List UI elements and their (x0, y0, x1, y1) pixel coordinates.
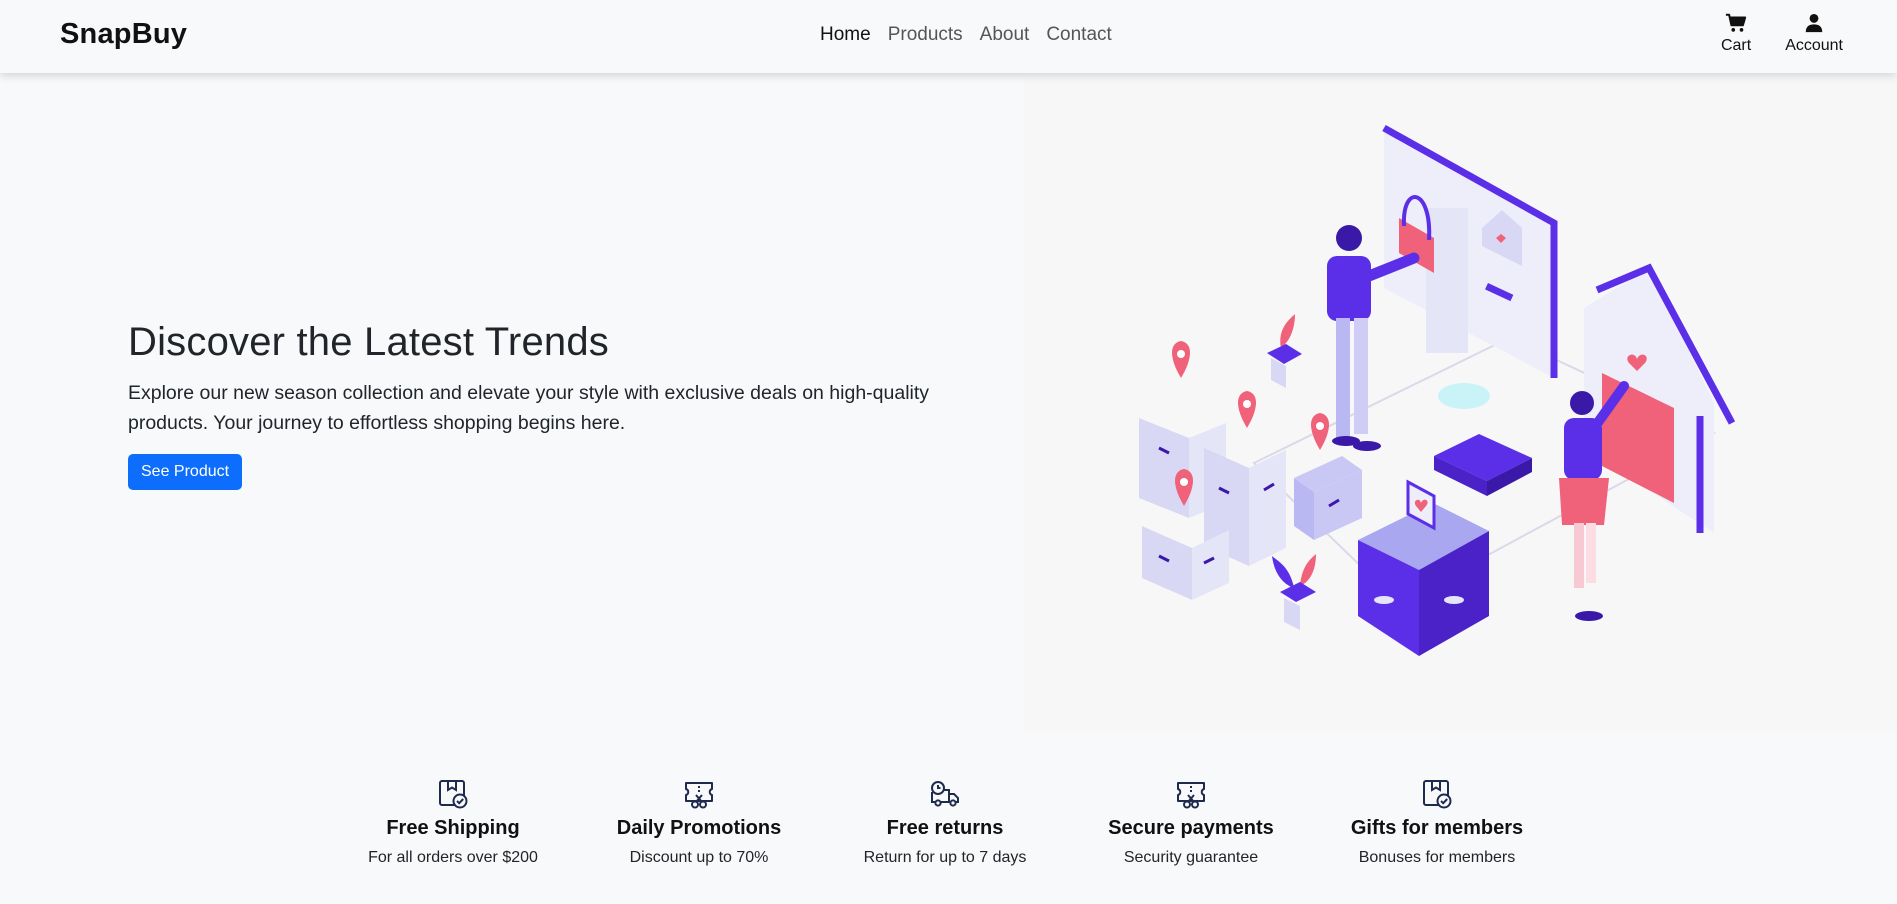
feature-subtitle: Return for up to 7 days (863, 849, 1027, 866)
feature-title: Daily Promotions (616, 817, 782, 839)
feature-subtitle: For all orders over $200 (368, 849, 538, 866)
delivery-truck-icon (931, 781, 959, 807)
cart-label: Cart (1720, 37, 1752, 54)
nav-link-home[interactable]: Home (820, 24, 871, 46)
feature-subtitle: Bonuses for members (1358, 849, 1516, 866)
feature-title: Free Shipping (386, 817, 520, 839)
hero-title: Discover the Latest Trends (128, 320, 609, 364)
hero-section: Discover the Latest Trends Explore our n… (128, 318, 988, 490)
nav-link-contact[interactable]: Contact (1046, 24, 1111, 46)
feature-daily-promotions: Daily Promotions Discount up to 70% (576, 778, 822, 867)
ticket-scissors-icon (685, 782, 713, 809)
cart-icon (1725, 13, 1747, 32)
brand-logo[interactable]: SnapBuy (60, 18, 187, 51)
box-check-icon (1423, 780, 1452, 809)
nav-links: Home Products About Contact (820, 24, 1112, 46)
feature-gifts-for-members: Gifts for members Bonuses for members (1314, 778, 1560, 867)
user-icon (1805, 14, 1823, 33)
feature-free-shipping: Free Shipping For all orders over $200 (330, 778, 576, 867)
feature-subtitle: Discount up to 70% (629, 849, 769, 866)
feature-title: Secure payments (1108, 817, 1274, 839)
shopping-illustration (1139, 124, 1736, 656)
box-check-icon (439, 780, 468, 809)
feature-secure-payments: Secure payments Security guarantee (1068, 778, 1314, 867)
feature-subtitle: Security guarantee (1123, 849, 1259, 866)
navbar: SnapBuy Home Products About Contact Cart… (0, 0, 1897, 73)
hero-illustration (1024, 78, 1897, 733)
account-label: Account (1785, 37, 1843, 54)
nav-link-products[interactable]: Products (888, 24, 963, 46)
nav-actions: Cart Account (1721, 12, 1843, 55)
nav-link-about[interactable]: About (980, 24, 1030, 46)
feature-free-returns: Free returns Return for up to 7 days (822, 778, 1068, 867)
account-link[interactable]: Account (1785, 12, 1843, 55)
features-section: Free Shipping For all orders over $200 D… (330, 778, 1560, 867)
see-product-button[interactable]: See Product (128, 454, 243, 490)
cart-link[interactable]: Cart (1721, 12, 1751, 55)
hero-description: Explore our new season collection and el… (128, 382, 930, 434)
ticket-scissors-icon (1177, 782, 1205, 809)
feature-title: Free returns (886, 817, 1004, 839)
feature-title: Gifts for members (1350, 817, 1524, 839)
